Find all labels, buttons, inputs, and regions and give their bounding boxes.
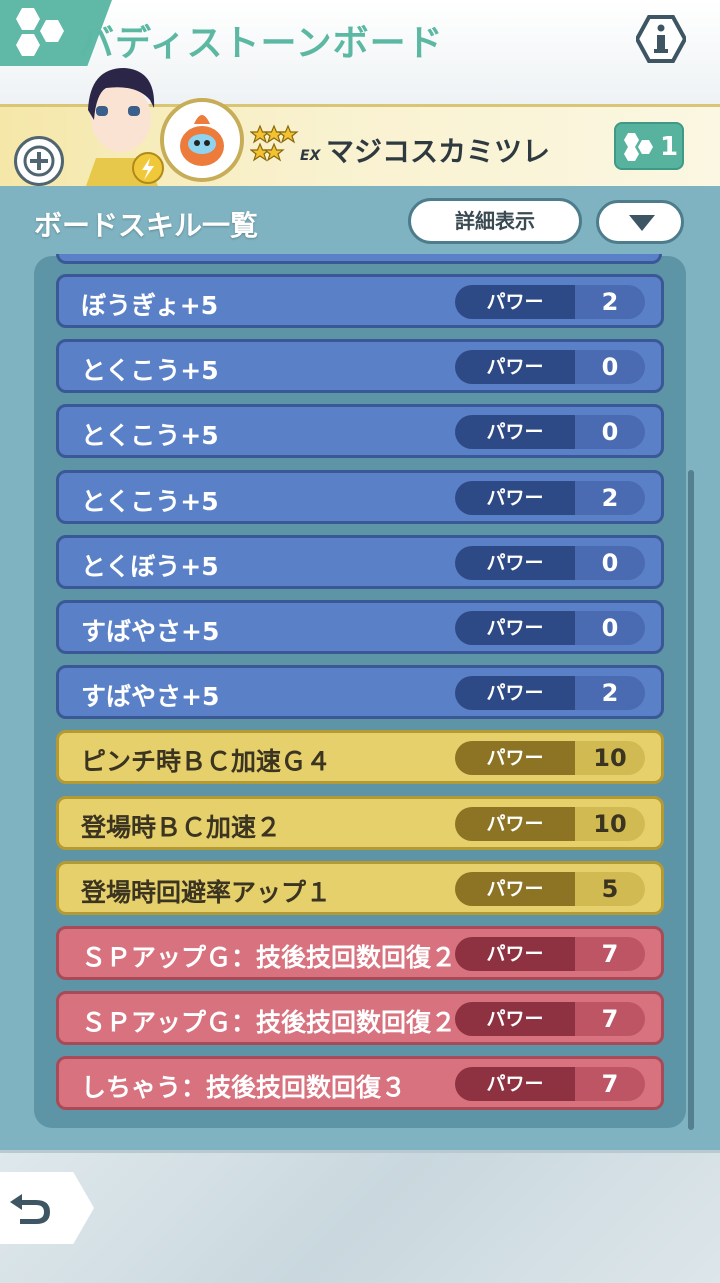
power-label: パワー xyxy=(455,415,575,449)
power-pill: パワー 7 xyxy=(455,1067,645,1101)
power-label: パワー xyxy=(455,937,575,971)
skill-name: ＳＰアップＧ：技後技回数回復２ xyxy=(81,1008,457,1037)
skill-name: とくこう+5 xyxy=(81,487,219,516)
power-label: パワー xyxy=(455,807,575,841)
skill-name: ぼうぎょ+5 xyxy=(81,291,219,320)
buddy-stone-counter[interactable]: 1 xyxy=(614,122,684,170)
skill-name: 登場時回避率アップ１ xyxy=(81,878,332,907)
skill-row[interactable]: とくぼう+5 パワー 0 xyxy=(56,535,664,589)
page-title: バディストーンボード xyxy=(78,23,444,64)
skill-row[interactable]: とくこう+5 パワー 0 xyxy=(56,339,664,393)
back-arrow-icon xyxy=(10,1194,50,1224)
pokemon-name: マジコスカミツレ xyxy=(326,135,551,168)
skill-name: しちゃう：技後技回数回復３ xyxy=(81,1073,407,1102)
power-pill: パワー 0 xyxy=(455,546,645,580)
power-value: 0 xyxy=(575,546,645,580)
power-value: 7 xyxy=(575,1067,645,1101)
power-value: 7 xyxy=(575,1002,645,1036)
power-label: パワー xyxy=(455,546,575,580)
trainer-portrait[interactable] xyxy=(66,60,176,186)
power-pill: パワー 5 xyxy=(455,872,645,906)
chevron-down-icon xyxy=(629,215,655,231)
scrollbar[interactable] xyxy=(688,470,694,1130)
power-value: 2 xyxy=(575,676,645,710)
add-button[interactable] xyxy=(14,136,64,186)
skill-name: ＳＰアップＧ：技後技回数回復２ xyxy=(81,943,457,972)
power-value: 10 xyxy=(575,807,645,841)
skill-name: すばやさ+5 xyxy=(81,682,220,711)
info-button[interactable] xyxy=(634,14,688,64)
star-rating-icon: EX xyxy=(249,124,322,164)
plus-icon xyxy=(23,145,55,177)
power-value: 0 xyxy=(575,415,645,449)
rank-label: EX xyxy=(300,148,322,164)
power-value: 0 xyxy=(575,350,645,384)
power-pill: パワー 2 xyxy=(455,676,645,710)
section-title: ボードスキル一覧 xyxy=(34,209,259,242)
skill-name: とくこう+5 xyxy=(81,356,219,385)
skill-row[interactable]: とくこう+5 パワー 0 xyxy=(56,404,664,458)
power-pill: パワー 2 xyxy=(455,285,645,319)
skill-name: 登場時ＢＣ加速２ xyxy=(81,813,282,842)
power-value: 10 xyxy=(575,741,645,775)
power-pill: パワー 0 xyxy=(455,611,645,645)
stone-hex-icon xyxy=(624,133,653,161)
power-value: 7 xyxy=(575,937,645,971)
power-label: パワー xyxy=(455,676,575,710)
power-value: 2 xyxy=(575,285,645,319)
pokemon-icon[interactable] xyxy=(160,98,244,182)
power-label: パワー xyxy=(455,285,575,319)
sort-dropdown-button[interactable] xyxy=(596,200,684,244)
power-label: パワー xyxy=(455,872,575,906)
power-label: パワー xyxy=(455,741,575,775)
skill-row[interactable]: しちゃう：技後技回数回復３ パワー 7 xyxy=(56,1056,664,1110)
stone-count: 1 xyxy=(660,132,679,162)
power-value: 2 xyxy=(575,481,645,515)
skill-row[interactable]: すばやさ+5 パワー 2 xyxy=(56,665,664,719)
power-label: パワー xyxy=(455,1002,575,1036)
skill-row[interactable]: ピンチ時ＢＣ加速Ｇ４ パワー 10 xyxy=(56,730,664,784)
detail-button[interactable]: 詳細表示 xyxy=(408,198,582,244)
power-pill: パワー 7 xyxy=(455,937,645,971)
power-pill: パワー 7 xyxy=(455,1002,645,1036)
skill-row[interactable]: ＳＰアップＧ：技後技回数回復２ パワー 7 xyxy=(56,991,664,1045)
power-label: パワー xyxy=(455,481,575,515)
skill-row[interactable]: ＳＰアップＧ：技後技回数回復２ パワー 7 xyxy=(56,926,664,980)
info-icon xyxy=(634,15,688,63)
power-pill: パワー 2 xyxy=(455,481,645,515)
power-pill: パワー 0 xyxy=(455,350,645,384)
power-pill: パワー 10 xyxy=(455,807,645,841)
power-label: パワー xyxy=(455,350,575,384)
footer-bar xyxy=(0,1150,720,1283)
power-label: パワー xyxy=(455,1067,575,1101)
power-label: パワー xyxy=(455,611,575,645)
skill-row[interactable]: ぼうぎょ+5 パワー 2 xyxy=(56,274,664,328)
skill-name: とくこう+5 xyxy=(81,421,219,450)
skill-row[interactable]: すばやさ+5 パワー 0 xyxy=(56,600,664,654)
rarity-stars: EX xyxy=(249,124,330,172)
power-value: 0 xyxy=(575,611,645,645)
skill-name: ピンチ時ＢＣ加速Ｇ４ xyxy=(81,747,332,776)
list-item-partial xyxy=(56,254,662,264)
skill-row[interactable]: とくこう+5 パワー 2 xyxy=(56,470,664,524)
skill-name: すばやさ+5 xyxy=(81,617,220,646)
power-pill: パワー 10 xyxy=(455,741,645,775)
power-pill: パワー 0 xyxy=(455,415,645,449)
skill-name: とくぼう+5 xyxy=(81,552,219,581)
power-value: 5 xyxy=(575,872,645,906)
skill-row[interactable]: 登場時ＢＣ加速２ パワー 10 xyxy=(56,796,664,850)
skill-row[interactable]: 登場時回避率アップ１ パワー 5 xyxy=(56,861,664,915)
